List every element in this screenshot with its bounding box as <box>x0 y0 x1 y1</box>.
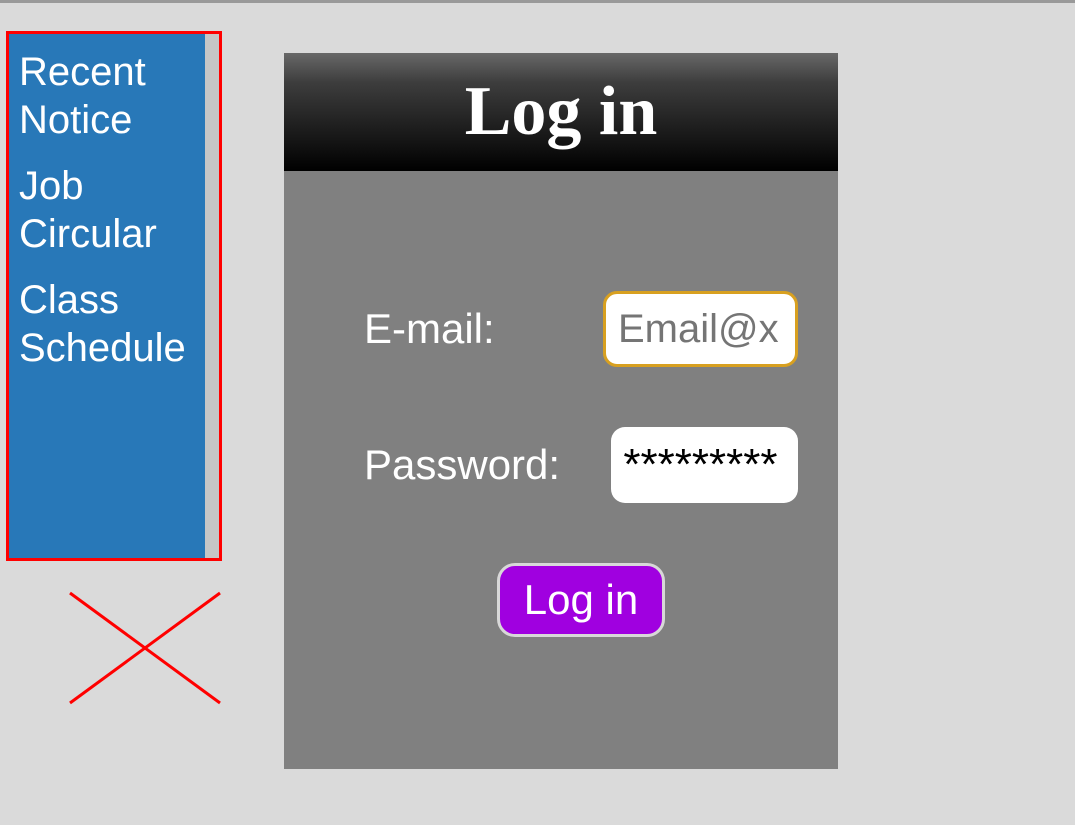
password-row: Password: ********* <box>364 427 798 503</box>
close-icon[interactable] <box>60 583 230 713</box>
email-field[interactable] <box>603 291 798 367</box>
sidebar-item-class-schedule[interactable]: Class Schedule <box>19 276 195 372</box>
sidebar: Recent Notice Job Circular Class Schedul… <box>9 34 205 558</box>
login-header: Log in <box>284 53 838 171</box>
sidebar-item-job-circular[interactable]: Job Circular <box>19 162 195 258</box>
login-panel: Log in E-mail: Password: ********* Log i… <box>284 53 838 769</box>
login-form: E-mail: Password: ********* Log in <box>284 171 838 637</box>
email-row: E-mail: <box>364 291 798 367</box>
sidebar-item-recent-notice[interactable]: Recent Notice <box>19 48 195 144</box>
password-label: Password: <box>364 441 611 489</box>
login-button[interactable]: Log in <box>497 563 665 637</box>
email-label: E-mail: <box>364 305 603 353</box>
password-field[interactable]: ********* <box>611 427 798 503</box>
sidebar-container: Recent Notice Job Circular Class Schedul… <box>6 31 222 561</box>
login-title: Log in <box>465 72 658 152</box>
